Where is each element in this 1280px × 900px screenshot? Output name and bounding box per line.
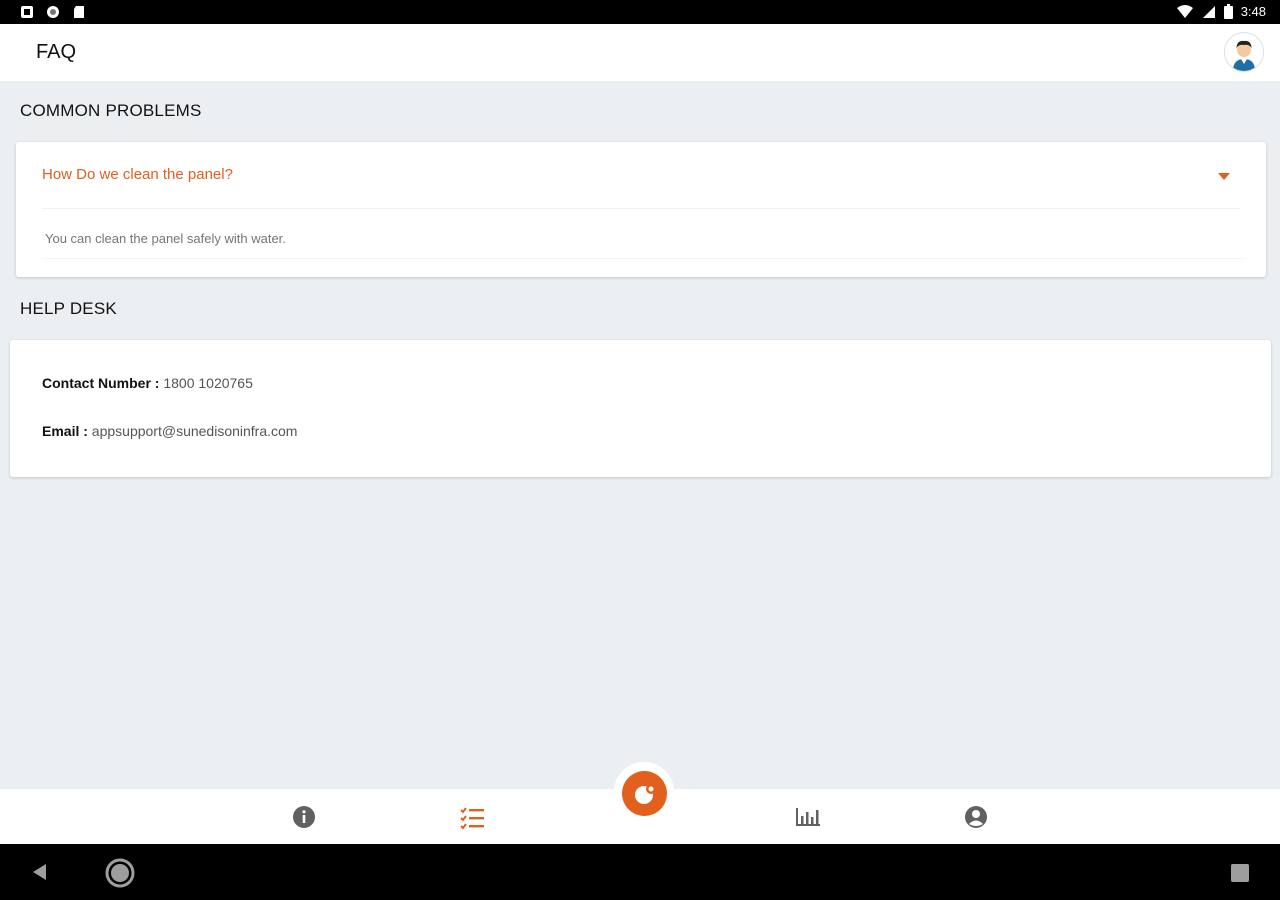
info-icon xyxy=(293,806,315,828)
sync-icon xyxy=(47,6,59,18)
solar-fab-icon xyxy=(634,783,656,804)
email-label: Email : xyxy=(42,423,88,439)
faq-answer-divider xyxy=(42,258,1246,259)
help-desk-card: Contact Number : 1800 1020765 Email : ap… xyxy=(10,340,1271,477)
nav-statistics[interactable] xyxy=(794,803,822,831)
faq-question[interactable]: How Do we clean the panel? xyxy=(42,166,233,183)
recent-apps-icon[interactable] xyxy=(1231,864,1249,882)
nav-checklist[interactable] xyxy=(458,803,486,831)
contact-number-row: Contact Number : 1800 1020765 xyxy=(42,375,253,391)
solar-fab-button[interactable] xyxy=(622,771,667,816)
back-icon[interactable] xyxy=(30,862,50,882)
contact-number-value[interactable]: 1800 1020765 xyxy=(163,375,253,391)
fab-container xyxy=(614,762,674,822)
faq-divider xyxy=(42,208,1240,209)
email-row: Email : appsupport@sunedisoninfra.com xyxy=(42,423,297,439)
email-value[interactable]: appsupport@sunedisoninfra.com xyxy=(92,423,298,439)
battery-icon xyxy=(1223,4,1233,19)
signal-icon xyxy=(1202,5,1215,18)
notification-icon xyxy=(21,6,33,18)
user-avatar-icon[interactable] xyxy=(1224,32,1264,72)
section-title-help-desk: HELP DESK xyxy=(20,299,117,318)
sd-card-icon xyxy=(74,6,84,18)
bar-chart-icon xyxy=(796,808,820,826)
status-right-icons: 3:48 xyxy=(1176,4,1266,19)
app-bar: FAQ xyxy=(0,24,1280,81)
wifi-icon xyxy=(1176,4,1193,18)
faq-answer: You can clean the panel safely with wate… xyxy=(45,231,286,246)
status-left-icons xyxy=(20,5,86,19)
avatar-image xyxy=(1225,33,1263,71)
expand-arrow-icon[interactable] xyxy=(1216,170,1232,182)
nav-info[interactable] xyxy=(290,803,318,831)
account-icon xyxy=(965,806,987,828)
faq-item[interactable]: How Do we clean the panel? You can clean… xyxy=(16,142,1266,277)
checklist-icon xyxy=(460,807,484,829)
contact-number-label: Contact Number : xyxy=(42,375,160,391)
section-title-common-problems: COMMON PROBLEMS xyxy=(20,101,202,120)
system-navigation-bar xyxy=(0,844,1280,900)
status-time: 3:48 xyxy=(1240,4,1266,19)
nav-account[interactable] xyxy=(962,803,990,831)
status-bar: 3:48 xyxy=(0,0,1280,24)
page-title: FAQ xyxy=(36,41,77,63)
home-icon[interactable] xyxy=(105,858,135,888)
